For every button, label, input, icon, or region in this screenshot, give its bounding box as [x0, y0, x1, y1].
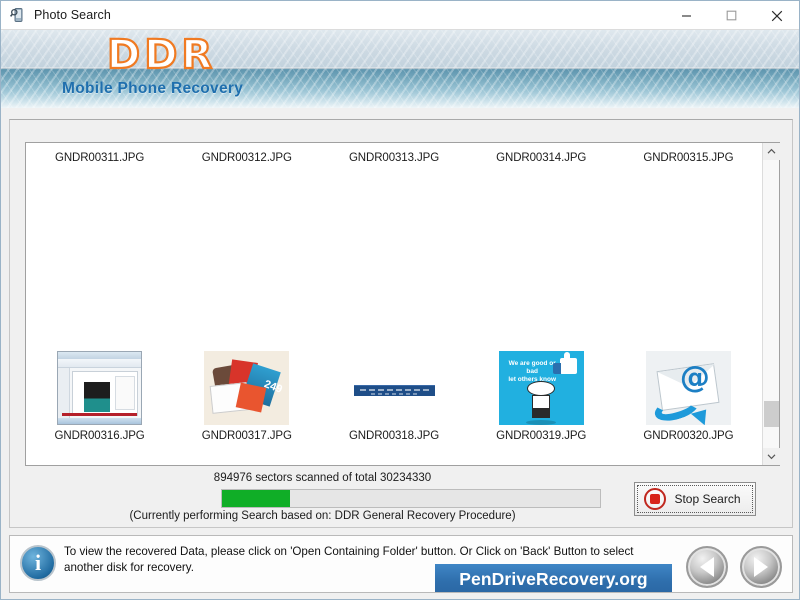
thumbnail-image [646, 221, 731, 295]
thumbnail-label: GNDR00311.JPG [54, 152, 145, 164]
chevron-up-icon[interactable] [763, 143, 780, 160]
thumbnail-item[interactable]: GNDR00314.JPG [468, 143, 615, 295]
scan-status-area: 894976 sectors scanned of total 30234330… [25, 472, 780, 522]
thumbnail-label: GNDR00313.JPG [348, 152, 440, 164]
photo-search-icon [9, 7, 26, 23]
thumbnail-label: GNDR00312.JPG [201, 152, 292, 164]
brand-label: PenDriveRecovery.org [459, 569, 648, 589]
thumbnail-label: GNDR00314.JPG [496, 152, 587, 164]
thumbnail-image [57, 351, 143, 425]
scrollbar-thumb[interactable] [764, 401, 779, 427]
thumbnail-label: GNDR00317.JPG [201, 430, 292, 442]
header-subtitle: Mobile Phone Recovery [62, 80, 244, 97]
thumbnail-item[interactable]: GNDR00323.JPG [320, 447, 467, 465]
thumbnail-item[interactable]: We are good or bad let others know GNDR00… [468, 295, 615, 447]
thumbnail-label: GNDR00319.JPG [496, 430, 587, 442]
back-arrow-icon[interactable] [686, 546, 728, 588]
thumbnail-label: GNDR00315.JPG [643, 152, 734, 164]
thumbnail-item[interactable]: GNDR00325.JPG [615, 447, 762, 465]
vertical-scrollbar[interactable] [762, 143, 780, 465]
thumbnail-row: GNDR00311.JPG GNDR00312.JPG GNDR00313.JP… [26, 143, 762, 295]
ddr-logo: DDR [106, 31, 217, 79]
thumbnail-item[interactable]: @ GNDR00320.JPG [615, 295, 762, 447]
content-frame: GNDR00311.JPG GNDR00312.JPG GNDR00313.JP… [9, 119, 793, 528]
thumbnail-image [57, 221, 142, 295]
minimize-icon[interactable] [664, 1, 709, 30]
thumbnail-row: GNDR00316.JPG 249 GNDR00317.JPG GNDR0031… [26, 295, 762, 447]
brand-banner: PenDriveRecovery.org [435, 564, 672, 592]
info-icon: i [20, 545, 56, 581]
progress-fill [222, 490, 291, 507]
thumbnail-image [352, 221, 437, 295]
thumbnail-image: 249 [204, 351, 290, 425]
focus-outline [637, 485, 753, 513]
thumbnail-grid: GNDR00311.JPG GNDR00312.JPG GNDR00313.JP… [26, 143, 762, 465]
close-icon[interactable] [754, 1, 799, 30]
scan-progress-bar [221, 489, 601, 508]
photo-search-window: Photo Search DDR Mobile Phone Recovery G… [0, 0, 800, 600]
next-arrow-icon[interactable] [740, 546, 782, 588]
thumbnail-item[interactable]: GNDR00316.JPG [26, 295, 173, 447]
thumbnail-item[interactable]: 249 GNDR00317.JPG [173, 295, 320, 447]
window-title: Photo Search [34, 8, 111, 22]
thumbnail-item[interactable]: GNDR00318.JPG [320, 295, 467, 447]
stop-search-button[interactable]: Stop Search [634, 482, 756, 516]
thumbnail-row: GNDR00321.JPG GNDR00322.JPG [26, 447, 762, 465]
header-banner: DDR Mobile Phone Recovery [1, 30, 799, 108]
chevron-down-icon[interactable] [763, 448, 780, 465]
thumbnail-label: GNDR00320.JPG [643, 430, 734, 442]
maximize-icon[interactable] [709, 1, 754, 30]
thumbnail-item[interactable]: GNDR00312.JPG [173, 143, 320, 295]
recovery-procedure-text: (Currently performing Search based on: D… [129, 510, 516, 522]
thumbnail-item[interactable]: GNDR00315.JPG [615, 143, 762, 295]
sectors-scanned-text: 894976 sectors scanned of total 30234330 [213, 472, 432, 484]
thumbnail-item[interactable]: GNDR00322.JPG [173, 447, 320, 465]
info-bar: i To view the recovered Data, please cli… [9, 535, 793, 593]
title-bar: Photo Search [1, 1, 799, 30]
thumbnail-item[interactable]: GNDR00324.JPG [468, 447, 615, 465]
thumbnail-image: @ [645, 351, 731, 425]
thumbnail-label: GNDR00316.JPG [54, 430, 145, 442]
thumbnail-grid-panel: GNDR00311.JPG GNDR00312.JPG GNDR00313.JP… [25, 142, 780, 466]
thumbnail-image [204, 221, 289, 295]
thumbnail-image [351, 351, 437, 425]
window-controls [664, 1, 799, 30]
thumbnail-item[interactable]: GNDR00311.JPG [26, 143, 173, 295]
thumbnail-item[interactable]: GNDR00313.JPG [320, 143, 467, 295]
thumbnail-image [499, 221, 584, 295]
thumbnail-item[interactable]: GNDR00321.JPG [26, 447, 173, 465]
thumbnail-label: GNDR00318.JPG [348, 430, 440, 442]
thumbnail-image: We are good or bad let others know [498, 351, 584, 425]
